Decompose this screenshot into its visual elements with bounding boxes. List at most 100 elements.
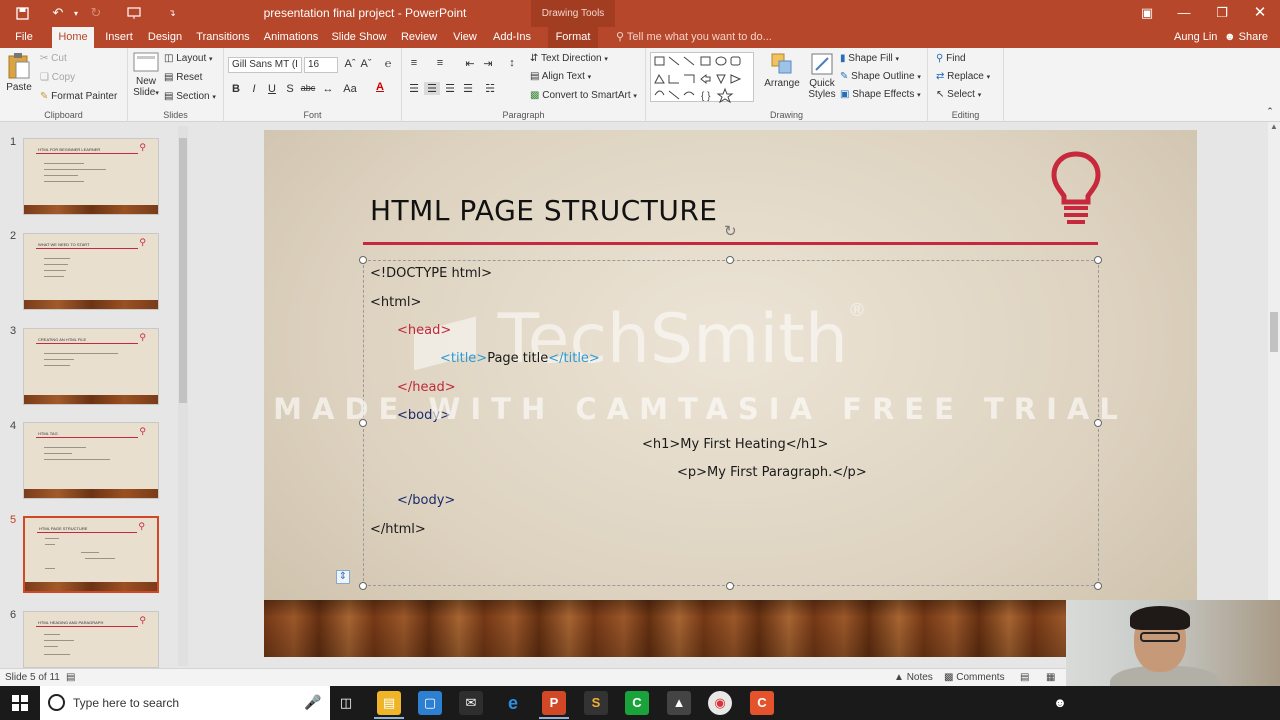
copy-button[interactable]: ❏ Copy: [40, 72, 75, 83]
tab-transitions[interactable]: Transitions: [193, 27, 253, 48]
file-explorer-icon[interactable]: ▤: [377, 691, 401, 715]
recorder-icon[interactable]: C: [750, 691, 774, 715]
resize-handle[interactable]: [359, 256, 367, 264]
slide-thumbnail-6[interactable]: HTML HEADING AND PARAGRAPH ⚲: [23, 611, 159, 668]
change-case-icon[interactable]: Aa: [342, 83, 358, 95]
numbering-icon[interactable]: ≡: [432, 57, 448, 69]
camtasia-icon[interactable]: C: [625, 691, 649, 715]
photos-icon[interactable]: ▲: [667, 691, 691, 715]
edge-icon[interactable]: e: [501, 691, 525, 715]
tab-insert[interactable]: Insert: [100, 27, 138, 48]
tab-view[interactable]: View: [448, 27, 482, 48]
shape-outline-button[interactable]: ✎ Shape Outline ▾: [840, 71, 921, 82]
text-direction-button[interactable]: ⇵ Text Direction ▾: [530, 53, 608, 64]
rotate-handle-icon[interactable]: ↻: [724, 222, 737, 240]
character-spacing-icon[interactable]: ↔: [320, 83, 336, 95]
slide-thumbnail-5[interactable]: HTML PAGE STRUCTURE ⚲: [23, 516, 159, 593]
slide-thumbnail-4[interactable]: HTML TAG ⚲: [23, 422, 159, 499]
line-spacing-icon[interactable]: ↕: [504, 57, 520, 69]
slide-thumbnail-2[interactable]: WHAT WE NEED TO START ⚲: [23, 233, 159, 310]
replace-button[interactable]: ⇄ Replace ▾: [936, 71, 990, 82]
underline-icon[interactable]: U: [264, 83, 280, 95]
microphone-icon[interactable]: 🎤: [304, 694, 321, 711]
ribbon-display-options-icon[interactable]: ▣: [1134, 3, 1160, 23]
tab-review[interactable]: Review: [396, 27, 442, 48]
resize-handle[interactable]: [1094, 256, 1102, 264]
autofit-options-icon[interactable]: ⇕: [336, 570, 350, 584]
people-icon[interactable]: ☻: [1048, 691, 1072, 715]
shapes-gallery[interactable]: { }: [650, 52, 754, 104]
increase-indent-icon[interactable]: ⇥: [480, 57, 496, 70]
font-color-icon[interactable]: A: [372, 81, 388, 93]
bullets-icon[interactable]: ≡: [406, 57, 422, 69]
taskbar-search[interactable]: Type here to search 🎤: [40, 686, 330, 720]
slide-thumbnail-3[interactable]: CREATING AN HTML FILE ⚲: [23, 328, 159, 405]
select-button[interactable]: ↖ Select ▾: [936, 89, 981, 100]
collapse-ribbon-icon[interactable]: ⌃: [1262, 106, 1278, 117]
font-name-select[interactable]: Gill Sans MT (I: [228, 57, 302, 73]
justify-icon[interactable]: ☰: [460, 82, 476, 95]
align-right-icon[interactable]: ☰: [442, 82, 458, 95]
scroll-up-icon[interactable]: ▲: [1270, 122, 1278, 131]
mail-icon[interactable]: ✉: [459, 691, 483, 715]
bold-icon[interactable]: B: [228, 83, 244, 95]
quick-styles-button[interactable]: Quick Styles: [802, 52, 842, 100]
decrease-font-size-icon[interactable]: Aˇ: [358, 58, 374, 70]
resize-handle[interactable]: [726, 256, 734, 264]
sublime-text-icon[interactable]: S: [584, 691, 608, 715]
increase-font-size-icon[interactable]: Aˆ: [342, 58, 358, 70]
clear-formatting-icon[interactable]: ℮: [380, 58, 396, 70]
italic-icon[interactable]: I: [246, 83, 262, 95]
slide-sorter-icon[interactable]: ▦: [1046, 672, 1055, 683]
canvas-scroll-thumb[interactable]: [1270, 312, 1278, 352]
tab-format[interactable]: Format: [548, 27, 598, 48]
share-button[interactable]: ☻ Share: [1224, 27, 1268, 48]
tab-slide-show[interactable]: Slide Show: [330, 27, 388, 48]
close-icon[interactable]: ✕: [1247, 3, 1273, 23]
convert-smartart-button[interactable]: ▩ Convert to SmartArt ▾: [530, 90, 637, 101]
align-text-button[interactable]: ▤ Align Text ▾: [530, 71, 591, 82]
slide-title[interactable]: HTML PAGE STRUCTURE: [370, 194, 717, 227]
user-name[interactable]: Aung Lin: [1174, 27, 1217, 48]
slide-thumbnail-1[interactable]: HTML FOR BEGINNER LEARNER ⚲: [23, 138, 159, 215]
new-slide-button[interactable]: New Slide▾: [130, 52, 162, 98]
notes-button[interactable]: ▲ Notes: [894, 672, 933, 683]
canvas-scrollbar[interactable]: ▲: [1268, 122, 1280, 668]
shape-fill-button[interactable]: ▮ Shape Fill ▾: [840, 53, 899, 64]
tab-design[interactable]: Design: [144, 27, 186, 48]
resize-handle[interactable]: [359, 582, 367, 590]
arrange-button[interactable]: Arrange: [760, 52, 804, 89]
thumbnail-scroll-thumb[interactable]: [179, 138, 187, 403]
resize-handle[interactable]: [1094, 582, 1102, 590]
slide-5[interactable]: HTML PAGE STRUCTURE ↻ ⇕ TechSmith® <!DOC…: [264, 130, 1197, 657]
section-button[interactable]: ▤ Section ▾: [164, 91, 216, 102]
find-button[interactable]: ⚲ Find: [936, 53, 966, 64]
columns-icon[interactable]: ☵: [482, 82, 498, 95]
reset-button[interactable]: ▤ Reset: [164, 72, 202, 83]
start-button[interactable]: [0, 686, 40, 720]
cut-button[interactable]: ✂ Cut: [40, 53, 67, 64]
strikethrough-icon[interactable]: abc: [300, 83, 316, 93]
paste-button[interactable]: Paste: [4, 52, 34, 93]
text-shadow-icon[interactable]: S: [282, 83, 298, 95]
format-painter-button[interactable]: ✎ Format Painter: [40, 91, 117, 102]
task-view-icon[interactable]: ◫: [334, 691, 358, 715]
tell-me-search[interactable]: ⚲ Tell me what you want to do...: [616, 27, 772, 48]
align-left-icon[interactable]: ☰: [406, 82, 422, 95]
chrome-icon[interactable]: ◉: [708, 691, 732, 715]
comments-button[interactable]: ▩ Comments: [944, 672, 1005, 683]
font-size-select[interactable]: 16: [304, 57, 338, 73]
restore-icon[interactable]: ❐: [1209, 3, 1235, 23]
store-icon[interactable]: ▢: [418, 691, 442, 715]
tab-animations[interactable]: Animations: [260, 27, 322, 48]
normal-view-icon[interactable]: ▤: [1020, 672, 1029, 683]
powerpoint-icon[interactable]: P: [542, 691, 566, 715]
thumbnail-scrollbar[interactable]: [178, 126, 188, 666]
tab-file[interactable]: File: [8, 27, 40, 48]
minimize-icon[interactable]: —: [1171, 3, 1197, 23]
resize-handle[interactable]: [726, 582, 734, 590]
decrease-indent-icon[interactable]: ⇤: [462, 57, 478, 70]
tab-add-ins[interactable]: Add-Ins: [488, 27, 536, 48]
tab-home[interactable]: Home: [52, 27, 94, 48]
align-center-icon[interactable]: ☰: [424, 82, 440, 95]
